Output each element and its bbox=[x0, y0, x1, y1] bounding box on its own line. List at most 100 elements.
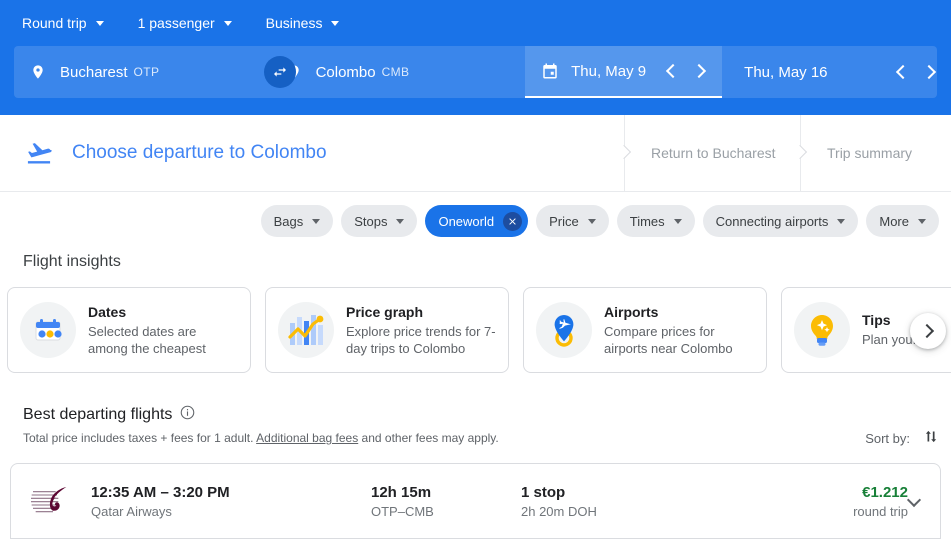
takeoff-plane-icon bbox=[22, 139, 56, 167]
airport-map-pin-icon bbox=[536, 302, 592, 358]
flight-duration-column: 12h 15m OTP–CMB bbox=[371, 484, 521, 519]
info-icon[interactable] bbox=[180, 405, 195, 425]
date-range-group: Thu, May 9 Thu, May 16 bbox=[525, 46, 937, 98]
insight-card-airports[interactable]: Airports Compare prices for airports nea… bbox=[523, 287, 767, 373]
trip-options-row: Round trip 1 passenger Business bbox=[0, 0, 951, 46]
insight-card-desc: Selected dates are among the cheapest bbox=[88, 323, 238, 357]
filter-chips-row: Bags Stops Oneworld Price Times Connecti… bbox=[0, 200, 951, 242]
filter-chip-more[interactable]: More bbox=[866, 205, 939, 237]
destination-city: Colombo bbox=[316, 64, 376, 81]
price-graph-icon bbox=[278, 302, 334, 358]
chevron-down-icon bbox=[907, 492, 921, 506]
filter-chip-label: Bags bbox=[274, 214, 304, 229]
filter-chip-label: Times bbox=[630, 214, 665, 229]
return-date-label: Thu, May 16 bbox=[744, 64, 827, 81]
insight-card-title: Dates bbox=[88, 304, 238, 320]
sort-arrows-icon bbox=[922, 428, 939, 448]
return-date-navs bbox=[890, 59, 937, 85]
insight-card-text: Airports Compare prices for airports nea… bbox=[604, 304, 754, 357]
flight-route: OTP–CMB bbox=[371, 504, 521, 519]
filter-chip-oneworld[interactable]: Oneworld bbox=[425, 205, 528, 237]
insights-next-button[interactable] bbox=[910, 313, 946, 349]
step-choose-departure: Choose departure to Colombo bbox=[0, 115, 624, 191]
step-trip-summary[interactable]: Trip summary bbox=[801, 115, 951, 191]
flight-insights-title: Flight insights bbox=[23, 253, 121, 271]
chevron-down-icon bbox=[588, 219, 596, 224]
filter-chip-connecting-airports[interactable]: Connecting airports bbox=[703, 205, 859, 237]
flight-price-note: round trip bbox=[751, 504, 908, 519]
chevron-down-icon bbox=[96, 21, 104, 26]
destination-code: CMB bbox=[382, 65, 410, 79]
chevron-right-icon bbox=[921, 65, 935, 79]
flight-insights-cards: Dates Selected dates are among the cheap… bbox=[0, 287, 951, 373]
flight-stops: 1 stop bbox=[521, 484, 751, 501]
filter-chip-label: Stops bbox=[354, 214, 387, 229]
return-date-field[interactable]: Thu, May 16 bbox=[722, 46, 937, 98]
close-circle-icon[interactable] bbox=[503, 212, 522, 231]
passengers-selector[interactable]: 1 passenger bbox=[130, 7, 242, 39]
departure-next-day-button[interactable] bbox=[686, 58, 712, 84]
passengers-label: 1 passenger bbox=[138, 15, 215, 31]
step-summary-label: Trip summary bbox=[827, 145, 912, 161]
chevron-left-icon bbox=[666, 64, 680, 78]
return-prev-day-button[interactable] bbox=[890, 59, 916, 85]
insight-card-title: Price graph bbox=[346, 304, 496, 320]
origin-city: Bucharest bbox=[60, 64, 128, 81]
cabin-class-label: Business bbox=[266, 15, 323, 31]
departure-prev-day-button[interactable] bbox=[660, 58, 686, 84]
chevron-right-icon bbox=[919, 324, 933, 338]
calendar-icon bbox=[541, 62, 559, 80]
insight-card-price-graph[interactable]: Price graph Explore price trends for 7-d… bbox=[265, 287, 509, 373]
sort-by-label: Sort by: bbox=[865, 431, 910, 446]
filter-chip-label: Connecting airports bbox=[716, 214, 829, 229]
cabin-class-selector[interactable]: Business bbox=[258, 7, 350, 39]
chevron-down-icon bbox=[837, 219, 845, 224]
flight-stops-column: 1 stop 2h 20m DOH bbox=[521, 484, 751, 519]
filter-chip-label: More bbox=[879, 214, 909, 229]
filter-chip-bags[interactable]: Bags bbox=[261, 205, 334, 237]
filter-chip-label: Price bbox=[549, 214, 579, 229]
trip-type-selector[interactable]: Round trip bbox=[14, 7, 114, 39]
calendar-dates-icon bbox=[20, 302, 76, 358]
insight-card-desc: Compare prices for airports near Colombo bbox=[604, 323, 754, 357]
chevron-down-icon bbox=[918, 219, 926, 224]
chevron-down-icon bbox=[674, 219, 682, 224]
chevron-down-icon bbox=[312, 219, 320, 224]
disclaimer-prefix: Total price includes taxes + fees for 1 … bbox=[23, 431, 256, 445]
search-fields-row: Bucharest OTP Colombo CMB Thu, May 9 bbox=[14, 46, 937, 98]
sort-by-control[interactable]: Sort by: bbox=[865, 428, 939, 448]
chevron-down-icon bbox=[224, 21, 232, 26]
additional-bag-fees-link[interactable]: Additional bag fees bbox=[256, 431, 358, 445]
swap-origin-destination-button[interactable] bbox=[264, 56, 296, 88]
flight-airline: Qatar Airways bbox=[91, 504, 371, 519]
flight-stop-detail: 2h 20m DOH bbox=[521, 504, 751, 519]
best-departing-flights-label: Best departing flights bbox=[23, 406, 172, 424]
flight-times: 12:35 AM – 3:20 PM bbox=[91, 484, 371, 501]
step-return-label: Return to Bucharest bbox=[651, 145, 776, 161]
departure-date-navs bbox=[660, 58, 712, 84]
return-next-day-button[interactable] bbox=[916, 59, 937, 85]
best-departing-flights-heading: Best departing flights bbox=[23, 405, 195, 425]
flight-price: €1.212 bbox=[751, 484, 908, 501]
close-icon bbox=[507, 216, 518, 227]
filter-chip-label: Oneworld bbox=[438, 214, 494, 229]
search-header: Round trip 1 passenger Business Buchares… bbox=[0, 0, 951, 115]
departure-date-label: Thu, May 9 bbox=[571, 63, 646, 80]
insight-card-title: Airports bbox=[604, 304, 754, 320]
flight-duration: 12h 15m bbox=[371, 484, 521, 501]
destination-input[interactable]: Colombo CMB bbox=[270, 46, 526, 98]
booking-steps-bar: Choose departure to Colombo Return to Bu… bbox=[0, 115, 951, 192]
flight-expand-button[interactable] bbox=[902, 490, 926, 514]
departure-date-field[interactable]: Thu, May 9 bbox=[525, 46, 722, 98]
filter-chip-times[interactable]: Times bbox=[617, 205, 695, 237]
flight-result-row[interactable]: 12:35 AM – 3:20 PM Qatar Airways 12h 15m… bbox=[10, 463, 941, 539]
chevron-down-icon bbox=[331, 21, 339, 26]
filter-chip-price[interactable]: Price bbox=[536, 205, 609, 237]
trip-type-label: Round trip bbox=[22, 15, 87, 31]
price-disclaimer: Total price includes taxes + fees for 1 … bbox=[23, 431, 499, 445]
filter-chip-stops[interactable]: Stops bbox=[341, 205, 417, 237]
origin-input[interactable]: Bucharest OTP bbox=[14, 46, 270, 98]
insight-card-dates[interactable]: Dates Selected dates are among the cheap… bbox=[7, 287, 251, 373]
insight-card-text: Dates Selected dates are among the cheap… bbox=[88, 304, 238, 357]
step-return-to-bucharest[interactable]: Return to Bucharest bbox=[625, 115, 800, 191]
